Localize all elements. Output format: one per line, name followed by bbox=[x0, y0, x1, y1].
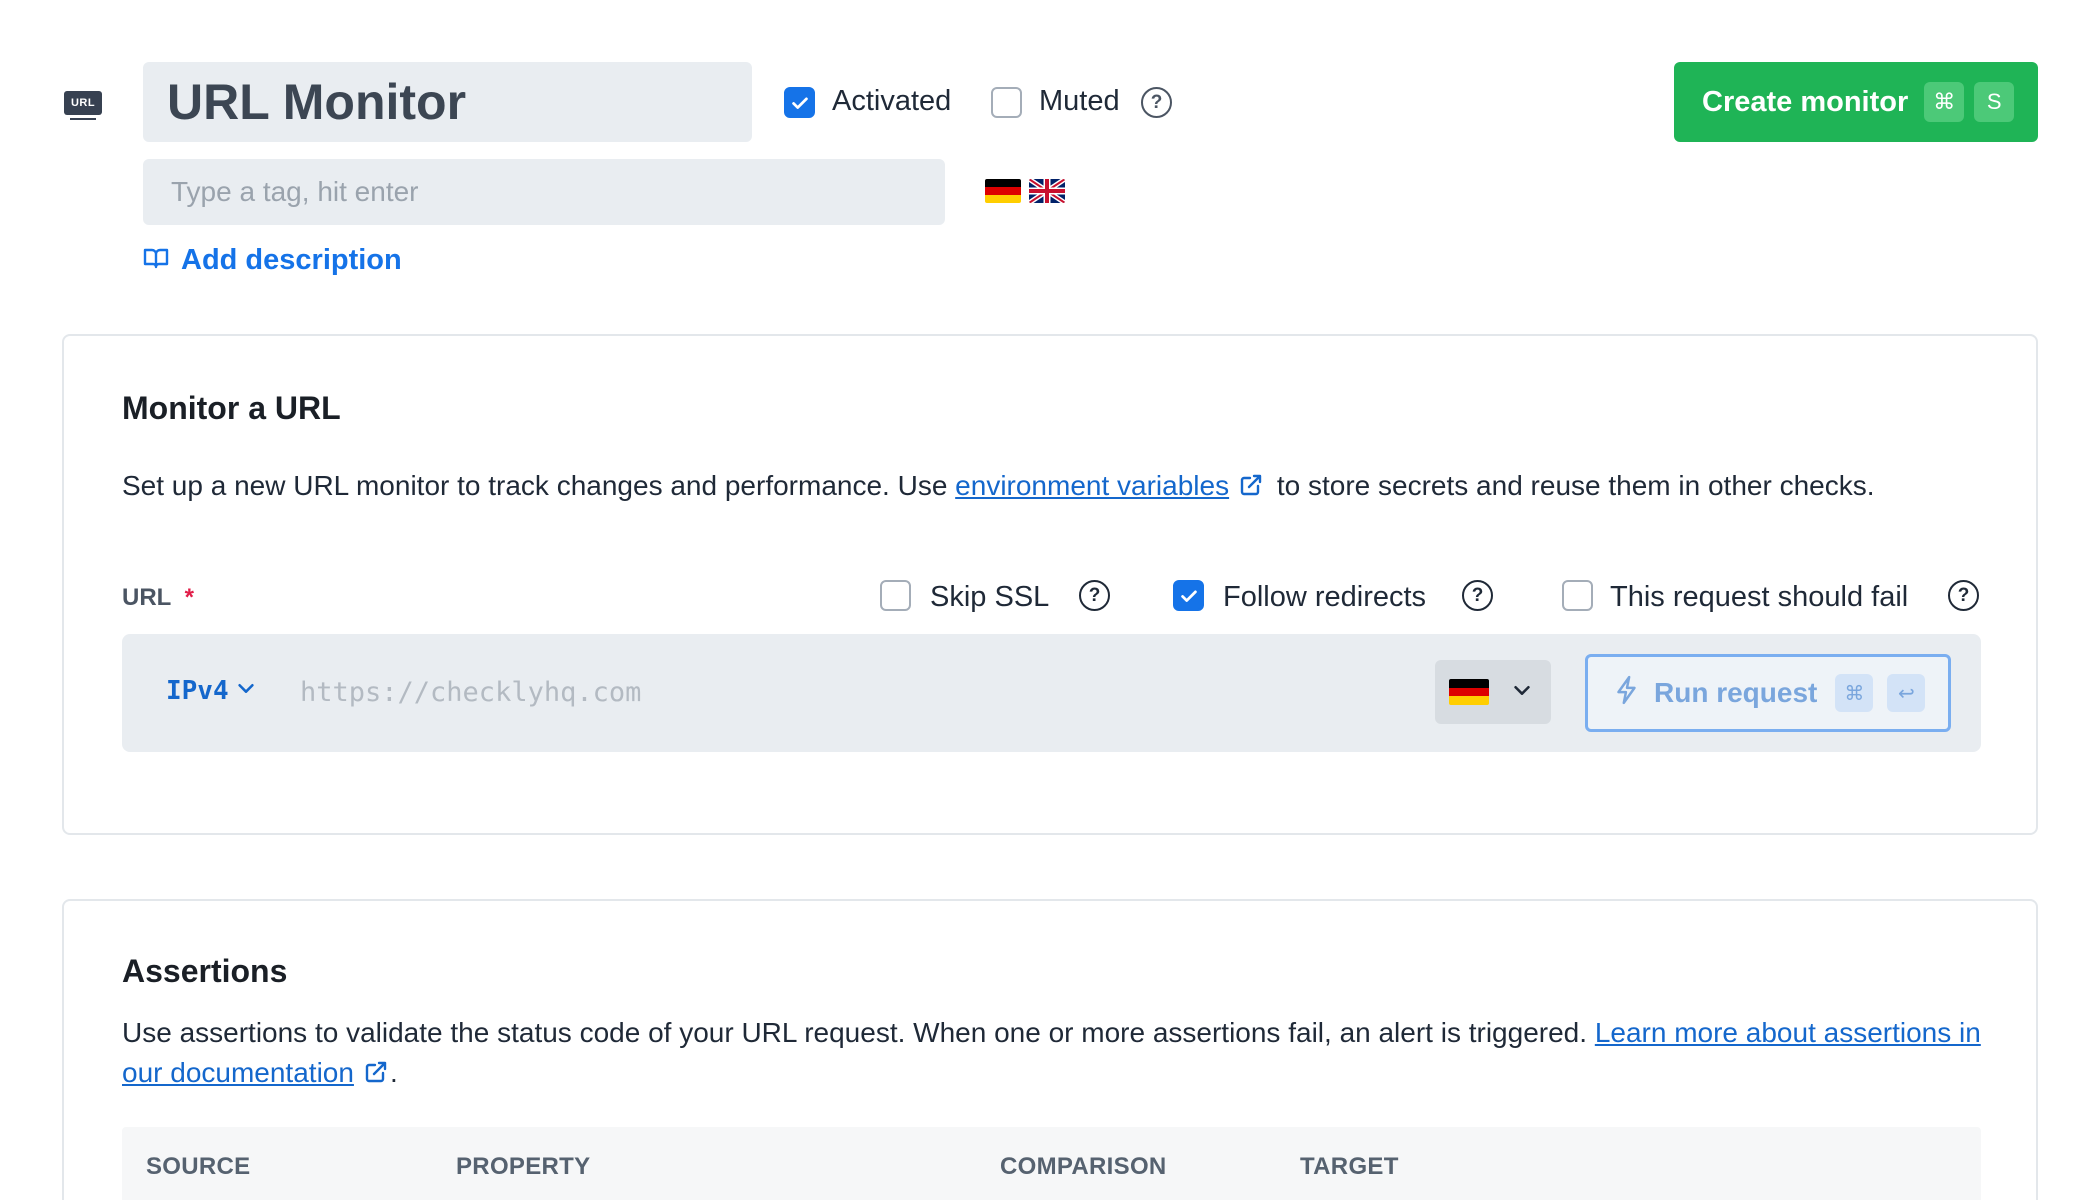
column-header-target: TARGET bbox=[1300, 1153, 1399, 1180]
help-icon[interactable]: ? bbox=[1079, 580, 1110, 611]
help-icon[interactable]: ? bbox=[1462, 580, 1493, 611]
skip-ssl-checkbox[interactable] bbox=[880, 580, 911, 611]
muted-label: Muted bbox=[1039, 85, 1120, 117]
activated-label: Activated bbox=[832, 85, 952, 117]
enter-key-icon: ↩ bbox=[1887, 674, 1926, 712]
help-icon[interactable]: ? bbox=[1141, 87, 1172, 118]
assertions-card: Assertions Use assertions to validate th… bbox=[62, 899, 2038, 1200]
description-text-end: to store secrets and reuse them in other… bbox=[1269, 470, 1875, 501]
checkbox-box bbox=[1562, 580, 1593, 611]
ip-version-dropdown[interactable]: IPv4 bbox=[166, 676, 257, 706]
card-title: Assertions bbox=[122, 953, 288, 989]
create-monitor-label: Create monitor bbox=[1702, 85, 1909, 118]
environment-variables-link[interactable]: environment variables bbox=[955, 470, 1229, 501]
card-description: Use assertions to validate the status co… bbox=[122, 1013, 1992, 1095]
checkmark-icon bbox=[784, 87, 815, 118]
should-fail-label: This request should fail bbox=[1610, 581, 1909, 613]
activated-checkbox[interactable] bbox=[784, 87, 815, 118]
run-request-button[interactable]: Run request ⌘ ↩ bbox=[1585, 654, 1951, 732]
column-header-comparison: COMPARISON bbox=[1000, 1153, 1167, 1180]
checkmark-icon bbox=[1173, 580, 1204, 611]
ip-version-label: IPv4 bbox=[166, 676, 229, 706]
should-fail-checkbox[interactable] bbox=[1562, 580, 1593, 611]
command-key-icon: ⌘ bbox=[1835, 674, 1874, 712]
de-flag-icon bbox=[985, 179, 1021, 203]
assertions-table-header: SOURCE PROPERTY COMPARISON TARGET bbox=[122, 1127, 1981, 1200]
required-marker: * bbox=[184, 584, 195, 611]
book-icon bbox=[143, 244, 169, 277]
external-link-icon bbox=[1239, 468, 1263, 508]
url-input[interactable]: https://checklyhq.com bbox=[300, 662, 1400, 722]
column-header-property: PROPERTY bbox=[456, 1153, 591, 1180]
create-monitor-button[interactable]: Create monitor ⌘ S bbox=[1674, 62, 2038, 142]
lightning-icon bbox=[1614, 675, 1640, 712]
follow-redirects-checkbox[interactable] bbox=[1173, 580, 1204, 611]
skip-ssl-label: Skip SSL bbox=[930, 581, 1050, 613]
chevron-down-icon bbox=[1511, 679, 1533, 706]
muted-checkbox[interactable] bbox=[991, 87, 1022, 118]
follow-redirects-label: Follow redirects bbox=[1223, 581, 1427, 613]
command-key-icon: ⌘ bbox=[1924, 82, 1965, 122]
add-description-label: Add description bbox=[181, 244, 402, 276]
url-label-text: URL bbox=[122, 584, 172, 611]
url-monitor-icon: URL bbox=[64, 91, 102, 120]
help-icon[interactable]: ? bbox=[1948, 580, 1979, 611]
monitor-url-card: Monitor a URL Set up a new URL monitor t… bbox=[62, 334, 2038, 835]
request-bar: IPv4 https://checklyhq.com Run request ⌘… bbox=[122, 634, 1981, 752]
region-select[interactable] bbox=[1435, 660, 1551, 724]
external-link-icon bbox=[364, 1055, 388, 1095]
run-request-label: Run request bbox=[1654, 677, 1818, 708]
checkbox-box bbox=[991, 87, 1022, 118]
description-text: Set up a new URL monitor to track change… bbox=[122, 470, 956, 501]
tag-input[interactable]: Type a tag, hit enter bbox=[143, 159, 945, 225]
url-field-label: URL * bbox=[122, 584, 194, 612]
chevron-down-icon bbox=[235, 676, 257, 706]
checkbox-box bbox=[880, 580, 911, 611]
s-key: S bbox=[1974, 82, 2015, 122]
column-header-source: SOURCE bbox=[146, 1153, 251, 1180]
add-description-link[interactable]: Add description bbox=[143, 244, 402, 277]
monitor-name-input[interactable]: URL Monitor bbox=[143, 62, 752, 142]
card-title: Monitor a URL bbox=[122, 390, 341, 426]
description-text: Use assertions to validate the status co… bbox=[122, 1017, 1595, 1048]
description-text-end: . bbox=[389, 1057, 398, 1088]
de-flag-icon bbox=[1449, 679, 1489, 705]
uk-flag-icon bbox=[1029, 179, 1065, 203]
card-description: Set up a new URL monitor to track change… bbox=[122, 466, 1992, 508]
